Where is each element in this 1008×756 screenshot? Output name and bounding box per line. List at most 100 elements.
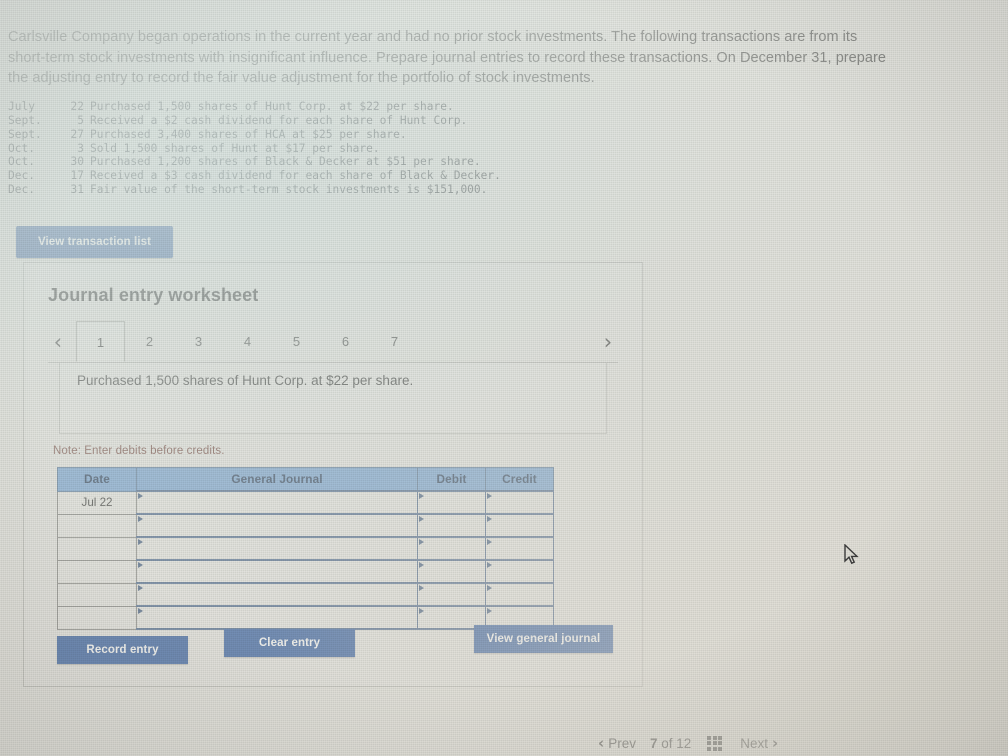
journal-account-cell[interactable] [136, 536, 418, 561]
transaction-description: Fair value of the short-term stock inves… [90, 183, 488, 197]
worksheet-tab-6[interactable]: 6 [321, 321, 370, 362]
pager-next-chevron-icon[interactable]: › [772, 734, 778, 752]
column-header-credit: Credit [485, 467, 554, 492]
transaction-month: Sept. [8, 127, 42, 141]
worksheet-tab-2[interactable]: 2 [125, 321, 174, 362]
grid-icon[interactable] [707, 735, 723, 751]
transaction-description: Received a $2 cash dividend for each sha… [90, 113, 468, 127]
cell-dropdown-caret-icon [419, 608, 424, 614]
journal-account-cell[interactable] [136, 513, 418, 538]
cell-dropdown-caret-icon [487, 539, 492, 545]
transaction-description: Received a $3 cash dividend for each sha… [90, 169, 501, 183]
journal-date-cell[interactable] [57, 513, 137, 538]
worksheet-tab-3[interactable]: 3 [174, 321, 223, 362]
pager-prev-button[interactable]: Prev [608, 736, 636, 751]
journal-credit-cell[interactable] [485, 582, 554, 607]
journal-credit-cell[interactable] [485, 490, 554, 515]
cell-dropdown-caret-icon [419, 562, 424, 568]
journal-debit-cell[interactable] [417, 559, 486, 584]
journal-account-cell[interactable] [136, 490, 418, 515]
view-transaction-list-button[interactable]: View transaction list [16, 226, 173, 258]
transaction-description: Purchased 3,400 shares of HCA at $25 per… [90, 127, 407, 141]
cell-dropdown-caret-icon [487, 493, 492, 499]
cell-dropdown-caret-icon [419, 516, 424, 522]
transaction-row: Dec. 17 Received a $3 cash dividend for ea… [8, 169, 501, 183]
column-header-debit: Debit [417, 467, 486, 492]
transaction-description: Purchased 1,200 shares of Black & Decker… [90, 155, 481, 169]
transaction-day: 31 [70, 183, 84, 197]
journal-entry-table: Date General Journal Debit Credit Jul 22 [57, 467, 554, 630]
cell-dropdown-caret-icon [419, 493, 424, 499]
column-header-date: Date [57, 467, 137, 492]
worksheet-title: Journal entry worksheet [48, 285, 259, 305]
journal-date-cell[interactable] [57, 605, 137, 630]
journal-account-cell[interactable] [136, 559, 418, 584]
transaction-list: July 22 Purchased 1,500 shares of Hunt Cor… [8, 100, 501, 197]
journal-debit-cell[interactable] [417, 513, 486, 538]
worksheet-tab-1[interactable]: 1 [76, 321, 125, 362]
transaction-row: Oct. 30 Purchased 1,200 shares of Black & … [8, 155, 501, 169]
transaction-month: Oct. [8, 155, 35, 169]
journal-debit-cell[interactable] [417, 536, 486, 561]
tab-next-chevron-icon[interactable]: › [598, 329, 618, 355]
cell-dropdown-caret-icon [138, 516, 143, 522]
transaction-row: Oct. 3 Sold 1,500 shares of Hunt at $17 pe… [8, 142, 501, 156]
journal-credit-cell[interactable] [485, 559, 554, 584]
pager-prev-chevron-icon[interactable]: ‹ [598, 734, 604, 752]
cell-dropdown-caret-icon [487, 516, 492, 522]
transaction-day: 27 [70, 127, 84, 141]
cell-dropdown-caret-icon [138, 608, 143, 614]
pager-total-pages: of 12 [657, 735, 692, 751]
view-general-journal-button[interactable]: View general journal [474, 625, 613, 653]
worksheet-tab-4[interactable]: 4 [223, 321, 272, 362]
journal-table-row [57, 513, 554, 538]
journal-credit-cell[interactable] [485, 513, 554, 538]
cell-dropdown-caret-icon [487, 608, 492, 614]
transaction-row: Dec. 31 Fair value of the short-term stock… [8, 183, 501, 197]
worksheet-tab-list: 1234567 [76, 321, 590, 363]
journal-date-cell[interactable] [57, 536, 137, 561]
transaction-day: 5 [77, 113, 84, 127]
clear-entry-button[interactable]: Clear entry [224, 629, 355, 657]
debits-before-credits-note: Note: Enter debits before credits. [53, 445, 225, 457]
transaction-day: 3 [77, 141, 84, 155]
journal-table-row [57, 582, 554, 607]
journal-date-cell[interactable] [57, 582, 137, 607]
journal-table-row [57, 559, 554, 584]
transaction-month: July [8, 100, 35, 113]
journal-account-cell[interactable] [136, 582, 418, 607]
journal-date-cell[interactable] [57, 559, 137, 584]
transaction-row: Sept. 5 Received a $2 cash dividend for ea… [8, 114, 501, 128]
journal-credit-cell[interactable] [485, 536, 554, 561]
record-entry-button[interactable]: Record entry [57, 636, 188, 664]
column-header-general-journal: General Journal [136, 467, 418, 492]
cell-dropdown-caret-icon [419, 539, 424, 545]
transaction-day: 17 [70, 169, 84, 183]
journal-debit-cell[interactable] [417, 490, 486, 515]
transaction-prompt-text: Purchased 1,500 shares of Hunt Corp. at … [77, 373, 414, 388]
cell-dropdown-caret-icon [487, 585, 492, 591]
journal-date-cell[interactable]: Jul 22 [57, 490, 137, 515]
journal-table-row: Jul 22 [57, 490, 554, 515]
journal-account-cell[interactable] [136, 605, 418, 630]
transaction-day: 22 [70, 100, 84, 113]
problem-statement: Carlsville Company began operations in t… [8, 29, 887, 86]
bottom-pager: ‹ Prev 7 of 12 Next › [598, 730, 878, 756]
transaction-prompt-box: Purchased 1,500 shares of Hunt Corp. at … [59, 363, 607, 434]
journal-debit-cell[interactable] [417, 582, 486, 607]
journal-table-header-row: Date General Journal Debit Credit [57, 467, 554, 492]
journal-entry-worksheet-panel: Journal entry worksheet ‹ 1234567 › Purc… [23, 262, 643, 687]
transaction-month: Dec. [8, 169, 35, 183]
cell-dropdown-caret-icon [487, 562, 492, 568]
transaction-day: 30 [70, 155, 84, 169]
cell-dropdown-caret-icon [138, 493, 143, 499]
pager-next-button[interactable]: Next [740, 736, 768, 751]
cell-dropdown-caret-icon [138, 585, 143, 591]
worksheet-tab-5[interactable]: 5 [272, 321, 321, 362]
worksheet-tab-strip: ‹ 1234567 › [48, 321, 618, 363]
worksheet-tab-7[interactable]: 7 [370, 321, 419, 362]
cell-dropdown-caret-icon [138, 562, 143, 568]
transaction-row: July 22 Purchased 1,500 shares of Hunt Cor… [8, 100, 501, 114]
tab-prev-chevron-icon[interactable]: ‹ [48, 329, 68, 355]
cell-dropdown-caret-icon [419, 585, 424, 591]
